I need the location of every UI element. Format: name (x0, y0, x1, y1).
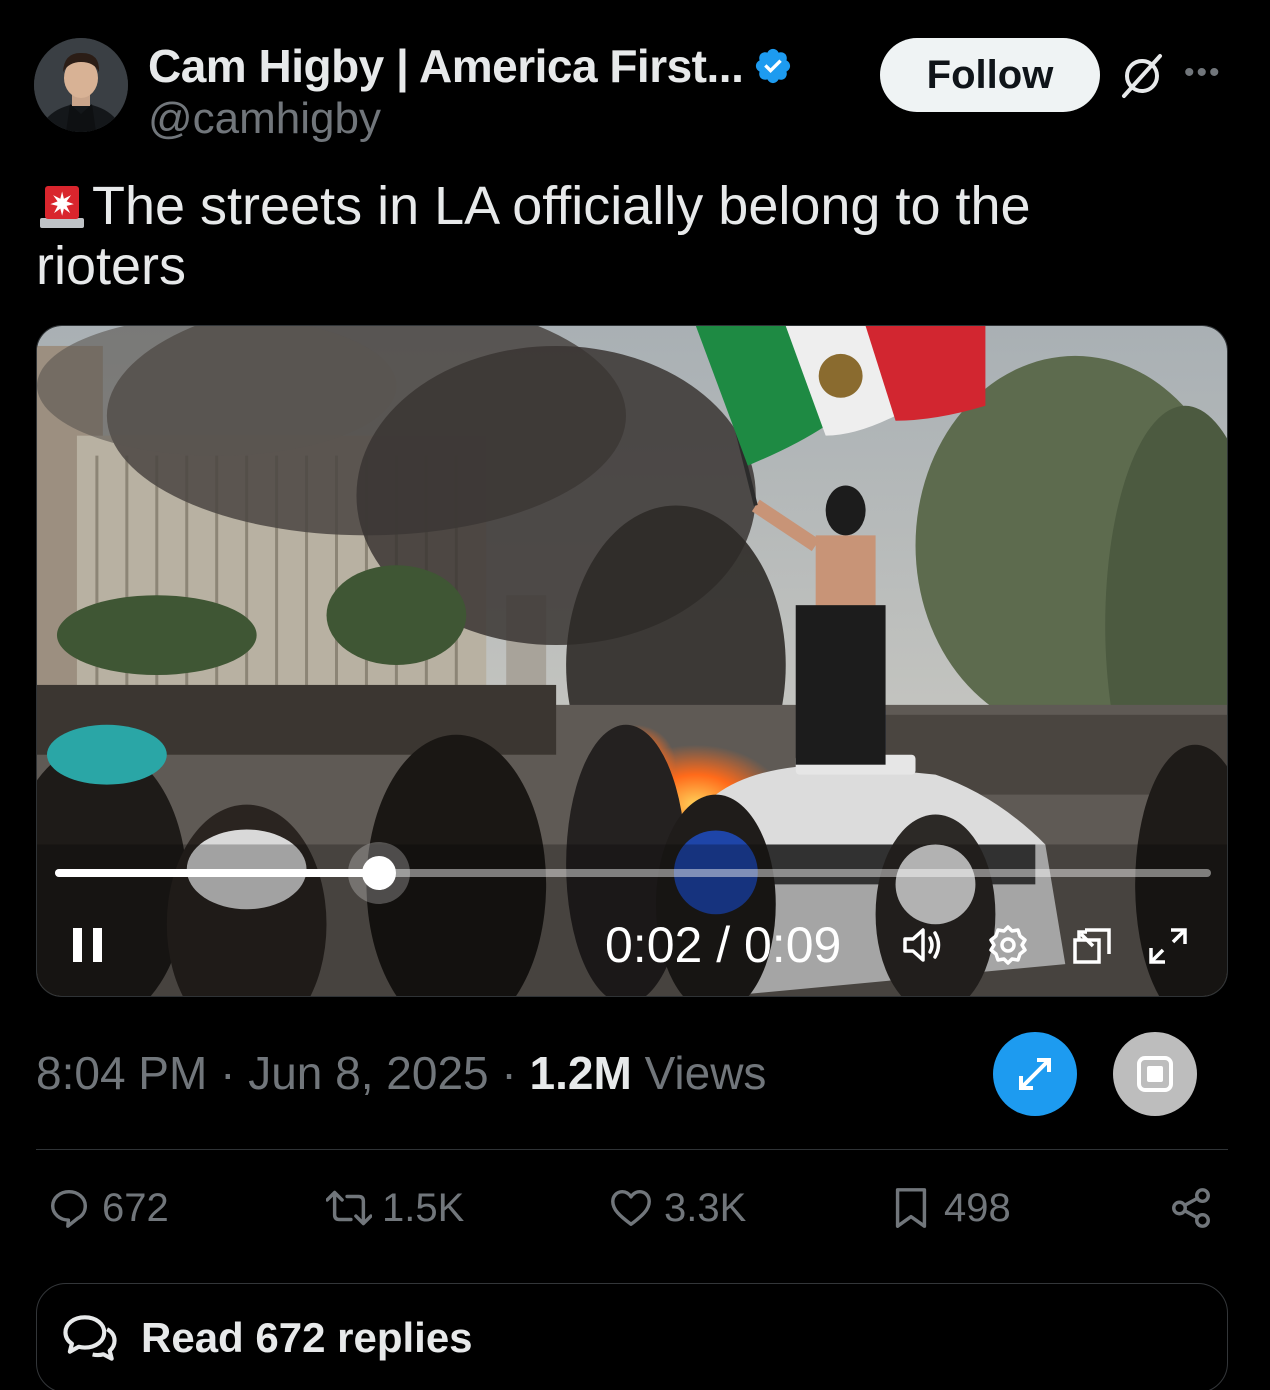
video-time-label: 0:02 / 0:09 (605, 917, 842, 973)
tweet-detail-page: Cam Higby | America First... @camhigby F… (0, 0, 1270, 1390)
grok-icon[interactable] (1118, 52, 1166, 100)
repost-button[interactable]: 1.5K (326, 1180, 464, 1236)
bookmark-count: 498 (944, 1185, 1011, 1230)
reply-icon (50, 1189, 88, 1228)
profile-photo-icon (34, 38, 128, 132)
conversation-bubbles-icon (63, 1315, 117, 1361)
avatar[interactable] (34, 38, 128, 132)
video-frame (37, 326, 1227, 996)
stop-square-icon (1137, 1056, 1173, 1092)
video-progress-bar[interactable] (55, 856, 1211, 890)
bookmark-icon (895, 1188, 927, 1228)
expand-view-button[interactable] (993, 1032, 1077, 1116)
meta-separator: · (501, 1047, 517, 1099)
reply-button[interactable]: 672 (46, 1180, 169, 1236)
divider (36, 1149, 1228, 1150)
more-options-icon[interactable]: ••• (1184, 58, 1226, 88)
tweet-time[interactable]: 8:04 PM (36, 1047, 207, 1099)
views-count: 1.2M (529, 1047, 632, 1099)
like-button[interactable]: 3.3K (608, 1180, 746, 1236)
verified-badge-icon (756, 48, 791, 84)
heart-icon (611, 1189, 651, 1227)
share-icon (1172, 1188, 1210, 1228)
follow-button[interactable]: Follow (880, 38, 1100, 112)
volume-icon[interactable] (901, 924, 945, 966)
picture-in-picture-icon[interactable] (1071, 926, 1113, 966)
display-name[interactable]: Cam Higby | America First... (148, 39, 744, 93)
meta-separator: · (220, 1047, 236, 1099)
video-player[interactable]: 0:02 / 0:09 (36, 325, 1228, 997)
tweet-meta: 8:04 PM · Jun 8, 2025 · 1.2M Views (36, 1046, 766, 1100)
read-replies-label: Read 672 replies (141, 1314, 473, 1361)
share-button[interactable] (1168, 1180, 1214, 1236)
bookmark-button[interactable]: 498 (888, 1180, 1011, 1236)
police-siren-icon (40, 186, 84, 228)
author-name-row[interactable]: Cam Higby | America First... (148, 38, 793, 94)
repost-icon (326, 1190, 372, 1226)
diagonal-expand-icon (1019, 1058, 1051, 1090)
author-handle[interactable]: @camhigby (148, 94, 381, 144)
pause-icon[interactable] (71, 926, 105, 964)
tweet-text: The streets in LA officially belong to t… (36, 176, 1186, 296)
fullscreen-expand-icon[interactable] (1147, 926, 1189, 966)
like-count: 3.3K (664, 1185, 747, 1230)
repost-count: 1.5K (382, 1185, 465, 1230)
video-progress-fill (55, 869, 379, 877)
reply-count: 672 (102, 1185, 169, 1230)
tweet-body: The streets in LA officially belong to t… (36, 176, 1031, 296)
views-label: Views (644, 1047, 767, 1099)
settings-gear-icon[interactable] (987, 924, 1029, 966)
stop-button[interactable] (1113, 1032, 1197, 1116)
video-scrubber-handle[interactable] (361, 856, 396, 890)
tweet-date[interactable]: Jun 8, 2025 (248, 1047, 488, 1099)
read-replies-button[interactable]: Read 672 replies (36, 1283, 1228, 1390)
